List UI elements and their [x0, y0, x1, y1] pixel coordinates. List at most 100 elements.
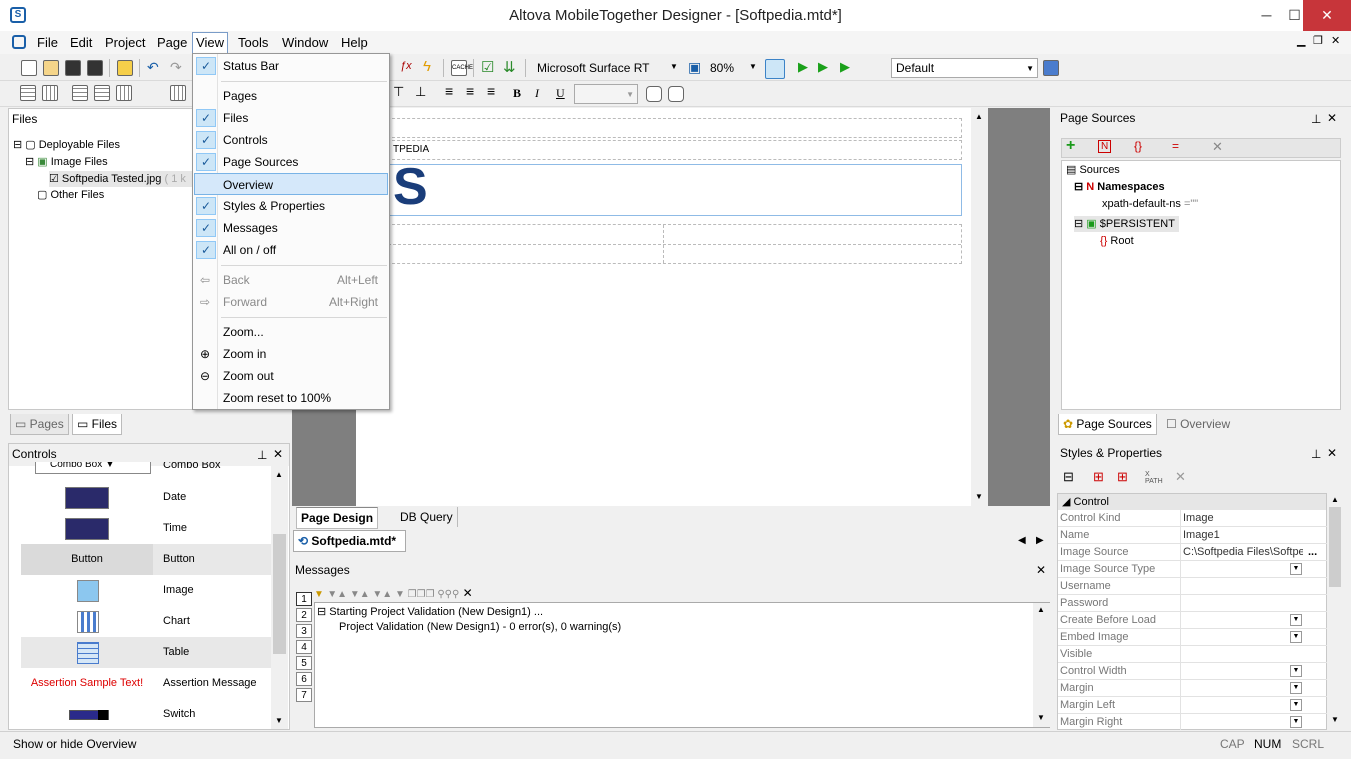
- menu-page[interactable]: Page: [157, 35, 187, 50]
- prop-row[interactable]: Username: [1058, 578, 1328, 595]
- prop-dropdown-icon[interactable]: ▼: [1290, 682, 1302, 694]
- table-row-icon[interactable]: [94, 85, 110, 101]
- prop-row[interactable]: Control Kind Image: [1058, 510, 1328, 527]
- prop-dropdown-icon[interactable]: ▼: [1290, 665, 1302, 677]
- tree-deployable-files[interactable]: ⊟ ▢ Deployable Files: [13, 137, 120, 153]
- prop-dropdown-icon[interactable]: ▼: [1290, 614, 1302, 626]
- prop-row[interactable]: Embed Image ▼: [1058, 629, 1328, 646]
- clear-messages-icon[interactable]: ✕: [463, 586, 473, 600]
- page-sources-pin-icon[interactable]: ⊥: [1311, 112, 1321, 126]
- run-server-icon[interactable]: ▶: [818, 59, 828, 75]
- redo-icon[interactable]: ↷: [170, 59, 182, 76]
- mdi-restore-icon[interactable]: ❐: [1313, 34, 1323, 47]
- tab-db-query[interactable]: DB Query: [396, 507, 458, 527]
- prop-dropdown-icon[interactable]: ▼: [1290, 699, 1302, 711]
- controls-scrollbar[interactable]: ▲ ▼: [271, 466, 288, 729]
- grid-icon[interactable]: [20, 85, 36, 101]
- save-all-icon[interactable]: [87, 60, 103, 76]
- element-icon[interactable]: {}: [1134, 139, 1142, 153]
- view-menu-pages[interactable]: Pages: [194, 85, 388, 107]
- control-combo-box[interactable]: Combo Box ▼ Combo Box: [21, 462, 279, 480]
- prop-row[interactable]: Image Source Type ▼: [1058, 561, 1328, 578]
- align-center-icon[interactable]: ≡: [466, 83, 474, 99]
- design-image[interactable]: S: [372, 159, 962, 216]
- tree-persistent[interactable]: ⊟ ▣ $PERSISTENT: [1074, 216, 1179, 232]
- message-tab-6[interactable]: 6: [296, 672, 312, 686]
- align-top-icon[interactable]: ⊤: [393, 84, 404, 100]
- style-select[interactable]: Default ▼: [891, 58, 1038, 78]
- save-icon[interactable]: [65, 60, 81, 76]
- menu-help[interactable]: Help: [341, 35, 368, 50]
- message-tab-1[interactable]: 1: [296, 592, 312, 606]
- menu-file[interactable]: File: [37, 35, 58, 50]
- grid2-icon[interactable]: [42, 85, 58, 101]
- tab-page-design[interactable]: Page Design: [296, 507, 379, 529]
- view-menu-zoom-in[interactable]: ⊕ Zoom in: [194, 343, 388, 365]
- shading-icon[interactable]: [668, 86, 684, 102]
- tab-pages[interactable]: ▭ Pages: [10, 414, 69, 435]
- open-folder-icon[interactable]: [43, 60, 59, 76]
- new-file-icon[interactable]: [21, 60, 37, 76]
- message-tab-2[interactable]: 2: [296, 608, 312, 622]
- align-bottom-icon[interactable]: ⊥: [415, 84, 426, 100]
- view-menu-back[interactable]: ⇦ Back Alt+Left: [194, 269, 388, 291]
- view-menu-files[interactable]: ✓ Files: [194, 107, 388, 129]
- control-chart[interactable]: Chart: [21, 606, 279, 637]
- design-label[interactable]: TPEDIA: [372, 140, 962, 160]
- prop-row[interactable]: Password: [1058, 595, 1328, 612]
- tab-page-sources[interactable]: ✿ Page Sources: [1058, 414, 1157, 435]
- prop-row[interactable]: Name Image1: [1058, 527, 1328, 544]
- namespace-icon[interactable]: N: [1098, 140, 1112, 153]
- attribute-icon[interactable]: =: [1172, 139, 1179, 153]
- table-insert-icon[interactable]: [72, 85, 88, 101]
- prop-row[interactable]: Image Source C:\Softpedia Files\Softpe...: [1058, 544, 1328, 561]
- border-icon[interactable]: [646, 86, 662, 102]
- prop-dropdown-icon[interactable]: ▼: [1290, 563, 1302, 575]
- controls-close-icon[interactable]: ✕: [273, 447, 283, 461]
- collapse-icon[interactable]: ⊞: [1117, 469, 1128, 485]
- view-menu-controls[interactable]: ✓ Controls: [194, 129, 388, 151]
- deploy-icon[interactable]: [117, 60, 133, 76]
- zoom-dropdown-icon[interactable]: ▼: [749, 62, 757, 71]
- view-menu-styles-properties[interactable]: ✓ Styles & Properties: [194, 195, 388, 217]
- messages-close-icon[interactable]: ✕: [1036, 563, 1046, 577]
- control-table[interactable]: Table: [21, 637, 279, 668]
- bold-icon[interactable]: B: [513, 86, 521, 101]
- view-menu-page-sources[interactable]: ✓ Page Sources: [194, 151, 388, 173]
- reset-prop-icon[interactable]: ✕: [1175, 469, 1186, 485]
- menu-view[interactable]: View: [192, 32, 228, 54]
- tree-softpedia-jpg[interactable]: ☑ Softpedia Tested.jpg ( 1 k: [49, 171, 192, 187]
- device-select[interactable]: Microsoft Surface RT: [537, 61, 649, 75]
- tree-namespaces[interactable]: ⊟ N Namespaces: [1074, 179, 1165, 195]
- menu-edit[interactable]: Edit: [70, 35, 92, 50]
- doc-prev-icon[interactable]: ◀: [1018, 535, 1026, 546]
- page-sources-close-icon[interactable]: ✕: [1327, 111, 1337, 125]
- nav-icons[interactable]: ▼▲ ▼▲ ▼▲ ▼ ❐❐❐ ⚲⚲⚲: [327, 589, 459, 600]
- menu-window[interactable]: Window: [282, 35, 328, 50]
- tab-files[interactable]: ▭ Files: [72, 414, 123, 435]
- message-line-2[interactable]: Project Validation (New Design1) - 0 err…: [339, 619, 621, 635]
- xpath-prop-icon[interactable]: X PATH: [1145, 471, 1163, 485]
- prop-dropdown-icon[interactable]: ▼: [1290, 716, 1302, 728]
- prop-row[interactable]: Visible: [1058, 646, 1328, 663]
- table-delete-icon[interactable]: [170, 85, 186, 101]
- styles-scrollbar[interactable]: ▲ ▼: [1327, 493, 1343, 730]
- view-menu-forward[interactable]: ⇨ Forward Alt+Right: [194, 291, 388, 313]
- prop-row[interactable]: Create Before Load ▼: [1058, 612, 1328, 629]
- align-right-icon[interactable]: ≡: [487, 83, 495, 99]
- design-scrollbar[interactable]: ▲ ▼: [971, 108, 988, 506]
- styles-pin-icon[interactable]: ⊥: [1311, 447, 1321, 461]
- view-menu-zoom-out[interactable]: ⊖ Zoom out: [194, 365, 388, 387]
- view-menu-status-bar[interactable]: ✓ Status Bar: [194, 55, 388, 77]
- database-icon[interactable]: [1043, 60, 1059, 76]
- menu-project[interactable]: Project: [105, 35, 145, 50]
- tab-overview[interactable]: ☐ Overview: [1162, 414, 1235, 434]
- table-col-icon[interactable]: [116, 85, 132, 101]
- device-orientation-icon[interactable]: ▣: [688, 59, 701, 76]
- mdi-close-icon[interactable]: ✕: [1331, 34, 1340, 47]
- lightning-icon[interactable]: ϟ: [423, 58, 431, 75]
- prop-row[interactable]: Margin Right ▼: [1058, 714, 1328, 730]
- italic-icon[interactable]: I: [535, 86, 539, 101]
- doc-tab[interactable]: ⟲ Softpedia.mtd*: [293, 530, 406, 552]
- font-size-select[interactable]: ▼: [574, 84, 638, 104]
